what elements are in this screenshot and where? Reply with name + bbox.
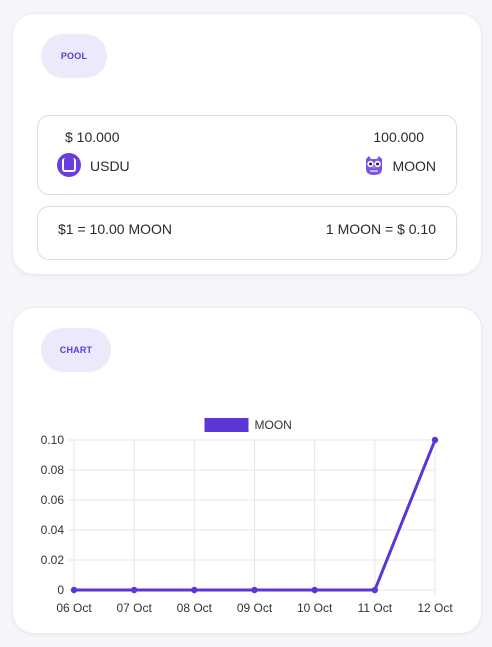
y-tick-label: 0 xyxy=(57,583,64,597)
pool-rate-box: $1 = 10.00 MOON 1 MOON = $ 0.10 xyxy=(37,206,457,260)
x-tick-label: 12 Oct xyxy=(417,601,453,615)
y-tick-label: 0.02 xyxy=(41,553,65,567)
data-point xyxy=(130,586,138,594)
data-point xyxy=(371,586,379,594)
token-b-amount: 100.000 xyxy=(373,129,424,145)
x-tick-label: 11 Oct xyxy=(358,601,393,615)
pool-token-box: $ 10.000 USDU 100.000 MOON xyxy=(37,115,457,195)
chart-card: CHART 0 0.02 0.04 0.06 0.08 0.10 06 Oct 07 Oct 0… xyxy=(12,307,482,634)
rate-usdu-to-moon: $1 = 10.00 MOON xyxy=(58,221,173,237)
token-a-symbol: USDU xyxy=(90,158,130,174)
data-point xyxy=(311,586,318,594)
y-tick-label: 0.04 xyxy=(41,523,65,537)
data-point xyxy=(70,586,78,594)
legend-swatch xyxy=(204,418,249,432)
rate-moon-to-usd: 1 MOON = $ 0.10 xyxy=(325,221,436,237)
pool-tab[interactable]: POOL xyxy=(41,34,107,78)
x-tick-label: 08 Oct xyxy=(177,601,213,615)
x-tick-label: 07 Oct xyxy=(116,601,152,615)
y-tick-label: 0.08 xyxy=(41,463,65,477)
moon-owl-icon xyxy=(362,153,386,177)
y-tick-label: 0.06 xyxy=(41,493,65,507)
y-tick-label: 0.10 xyxy=(41,433,65,447)
x-tick-label: 09 Oct xyxy=(237,601,273,615)
usdu-token-icon xyxy=(57,153,81,177)
token-a-amount: $ 10.000 xyxy=(65,129,120,145)
x-tick-label: 10 Oct xyxy=(297,601,333,615)
x-tick-label: 06 Oct xyxy=(56,601,92,615)
token-b-symbol: MOON xyxy=(392,158,436,174)
pool-card: POOL $ 10.000 USDU 100.000 MOON $1 = 10.… xyxy=(12,13,482,275)
legend-label: MOON xyxy=(255,418,292,432)
data-point xyxy=(191,586,198,594)
data-point xyxy=(431,436,439,444)
price-chart: 0 0.02 0.04 0.06 0.08 0.10 06 Oct 07 Oct 08 Oct 0… xyxy=(41,418,453,615)
data-point xyxy=(251,586,258,594)
